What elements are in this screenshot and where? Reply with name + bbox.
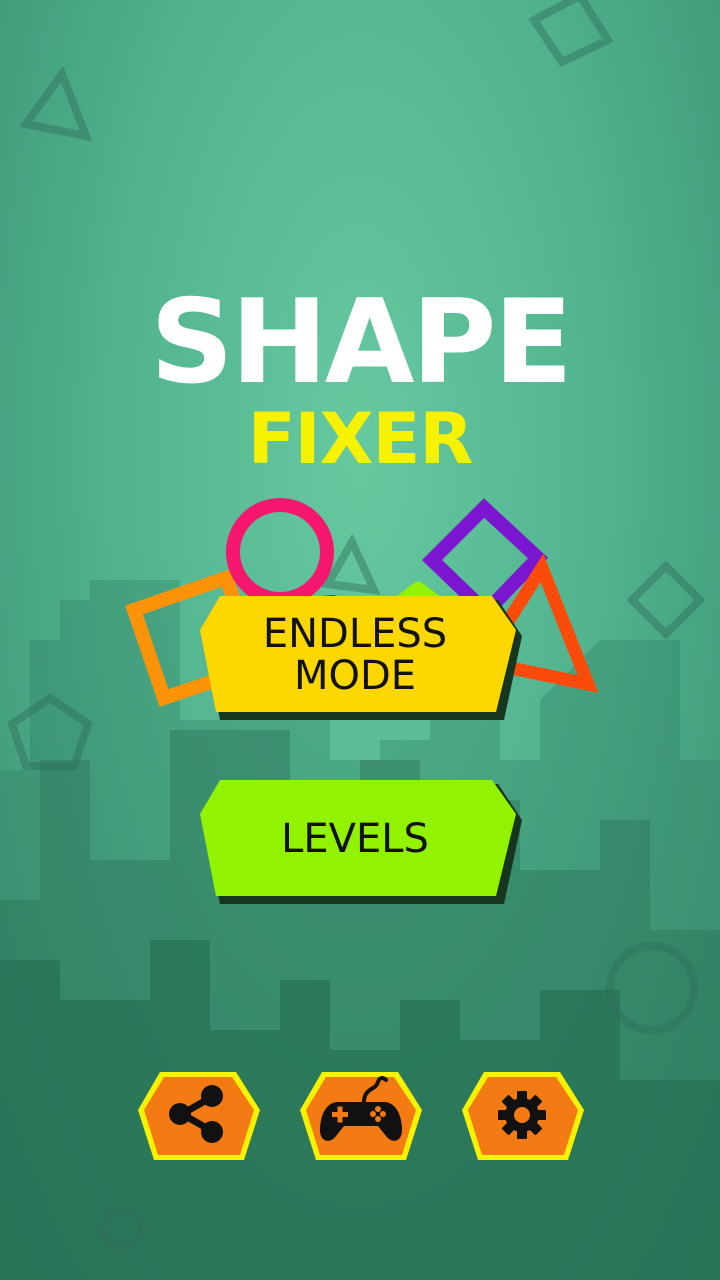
gear-icon <box>498 1091 546 1139</box>
settings-button[interactable] <box>460 1070 586 1162</box>
game-subtitle: FIXER <box>247 398 474 480</box>
levels-label: LEVELS <box>281 816 429 862</box>
endless-mode-label: ENDLESS MODE <box>262 611 448 699</box>
pink-circle-shape <box>226 498 334 606</box>
game-title: SHAPE <box>150 275 573 410</box>
game-logo: SHAPE FIXER <box>0 0 720 707</box>
share-button[interactable] <box>136 1070 262 1162</box>
more-games-button[interactable] <box>298 1070 424 1162</box>
endless-mode-button[interactable]: ENDLESS MODE <box>200 596 522 720</box>
levels-button[interactable]: LEVELS <box>200 780 522 904</box>
